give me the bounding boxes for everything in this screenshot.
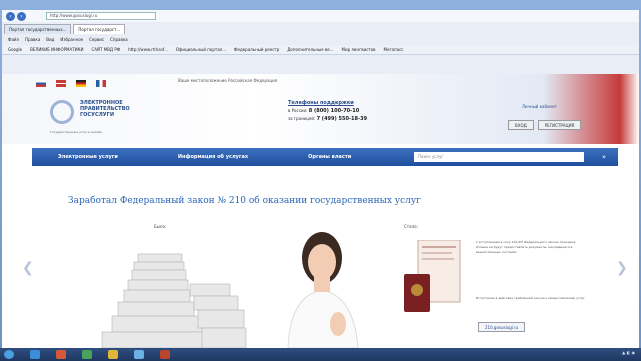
nav-service-info[interactable]: Информация об услугах	[152, 154, 282, 160]
french-flag-icon[interactable]	[96, 80, 106, 87]
nav-authorities[interactable]: Органы власти	[282, 154, 385, 160]
logo-text[interactable]: ЭЛЕКТРОННОЕ ПРАВИТЕЛЬСТВО ГОСУСЛУГИ	[80, 100, 150, 118]
menu-tools[interactable]: Сервис	[89, 37, 104, 42]
forward-icon[interactable]: ›	[17, 11, 26, 21]
woman-thumbs-up-image	[287, 232, 359, 348]
menu-view[interactable]: Вид	[46, 37, 54, 42]
german-flag-icon[interactable]	[76, 80, 86, 87]
site-header: Ваше местоположение Российская Федерация…	[2, 74, 639, 144]
fav-item[interactable]: САЙТ МВД РФ	[91, 47, 120, 52]
language-flags	[36, 80, 116, 87]
address-bar[interactable]: http://www.gosuslugi.ru	[46, 12, 156, 20]
system-tray[interactable]: ▲ ◧ ◉	[622, 350, 635, 355]
fav-item[interactable]: Федеральный реестр	[234, 47, 279, 52]
favorites-bar: Google ВЕЛИКИЕ ИНФОРМАТИКИ САЙТ МВД РФ h…	[2, 45, 639, 55]
phone-ru: 8 (800) 100-70-10	[308, 108, 360, 114]
documents-passport-image	[404, 240, 461, 312]
gos-210-link[interactable]: 210.gosuslugi.ru	[478, 322, 526, 332]
back-icon[interactable]: ‹	[6, 11, 15, 21]
app-icon[interactable]	[82, 350, 92, 359]
address-row: ‹ › http://www.gosuslugi.ru	[2, 10, 639, 22]
fav-item[interactable]: Мегапасс	[384, 47, 404, 52]
fav-item[interactable]: Google	[8, 47, 22, 52]
start-icon[interactable]	[4, 350, 14, 359]
chevron-left-icon[interactable]: ❮	[22, 260, 34, 276]
app-icon[interactable]	[56, 350, 66, 359]
login-button[interactable]: ВХОД	[508, 120, 534, 130]
russian-flag-icon[interactable]	[36, 80, 46, 87]
english-flag-icon[interactable]	[56, 80, 66, 87]
nav-electronic-services[interactable]: Электронные услуги	[32, 154, 152, 160]
after-description-2: Вступление в действие требований закона …	[476, 296, 585, 300]
fav-item[interactable]: ВЕЛИКИЕ ИНФОРМАТИКИ	[30, 47, 83, 52]
app-icon[interactable]	[134, 350, 144, 359]
portal-logo-icon[interactable]	[50, 100, 74, 124]
main-navigation: Электронные услуги Информация об услугах…	[32, 148, 618, 166]
app-icon[interactable]	[160, 350, 170, 359]
label-before: Было:	[154, 224, 167, 229]
search-input[interactable]: Поиск услуг	[414, 152, 584, 162]
chevron-right-icon[interactable]: ❯	[616, 260, 628, 276]
fav-item[interactable]: Мир лингвистов	[342, 47, 376, 52]
phone-ru-label: в России:	[288, 108, 308, 113]
account-title: Личный кабинет	[522, 104, 557, 109]
label-after: Стало:	[404, 224, 418, 229]
paper-stacks-image	[98, 244, 248, 348]
phone-abroad-label: за границей:	[288, 116, 316, 121]
browser-chrome: ‹ › http://www.gosuslugi.ru Портал госуд…	[2, 10, 639, 74]
search-icon[interactable]: »	[598, 152, 610, 162]
menu-edit[interactable]: Правка	[25, 37, 40, 42]
menu-file[interactable]: Файл	[8, 37, 19, 42]
auth-buttons: ВХОД РЕГИСТРАЦИЯ	[508, 120, 585, 130]
menu-favorites[interactable]: Избранное	[60, 37, 83, 42]
phone-abroad: 7 (499) 550-18-39	[316, 116, 368, 122]
folder-icon[interactable]	[108, 350, 118, 359]
logo-subtitle: Государственные услуги онлайн	[50, 130, 103, 134]
taskbar: ▲ ◧ ◉	[0, 348, 641, 361]
fav-item[interactable]: Официальный портал...	[176, 47, 226, 52]
support-phones: Телефоны поддержки в России: 8 (800) 100…	[288, 100, 367, 123]
after-description: С вступлением в силу 210-ФЗ Федерального…	[476, 240, 576, 254]
menu-bar: Файл Правка Вид Избранное Сервис Справка	[2, 35, 639, 43]
register-button[interactable]: РЕГИСТРАЦИЯ	[537, 120, 582, 130]
tab-1[interactable]: Портал государственных...	[4, 24, 72, 34]
menu-help[interactable]: Справка	[110, 37, 128, 42]
tab-strip: Портал государственных... Портал государ…	[2, 24, 639, 34]
promo-headline[interactable]: Заработал Федеральный закон № 210 об ока…	[68, 196, 421, 206]
phones-title[interactable]: Телефоны поддержки	[288, 100, 367, 107]
location-selector[interactable]: Ваше местоположение Российская Федерация	[178, 78, 277, 83]
web-page: Ваше местоположение Российская Федерация…	[2, 74, 639, 348]
fav-item[interactable]: http://www.rtrksof...	[128, 47, 168, 52]
tab-2[interactable]: Портал государст...	[73, 24, 126, 34]
fav-item[interactable]: Дополнительные ве...	[287, 47, 333, 52]
ie-icon[interactable]	[30, 350, 40, 359]
